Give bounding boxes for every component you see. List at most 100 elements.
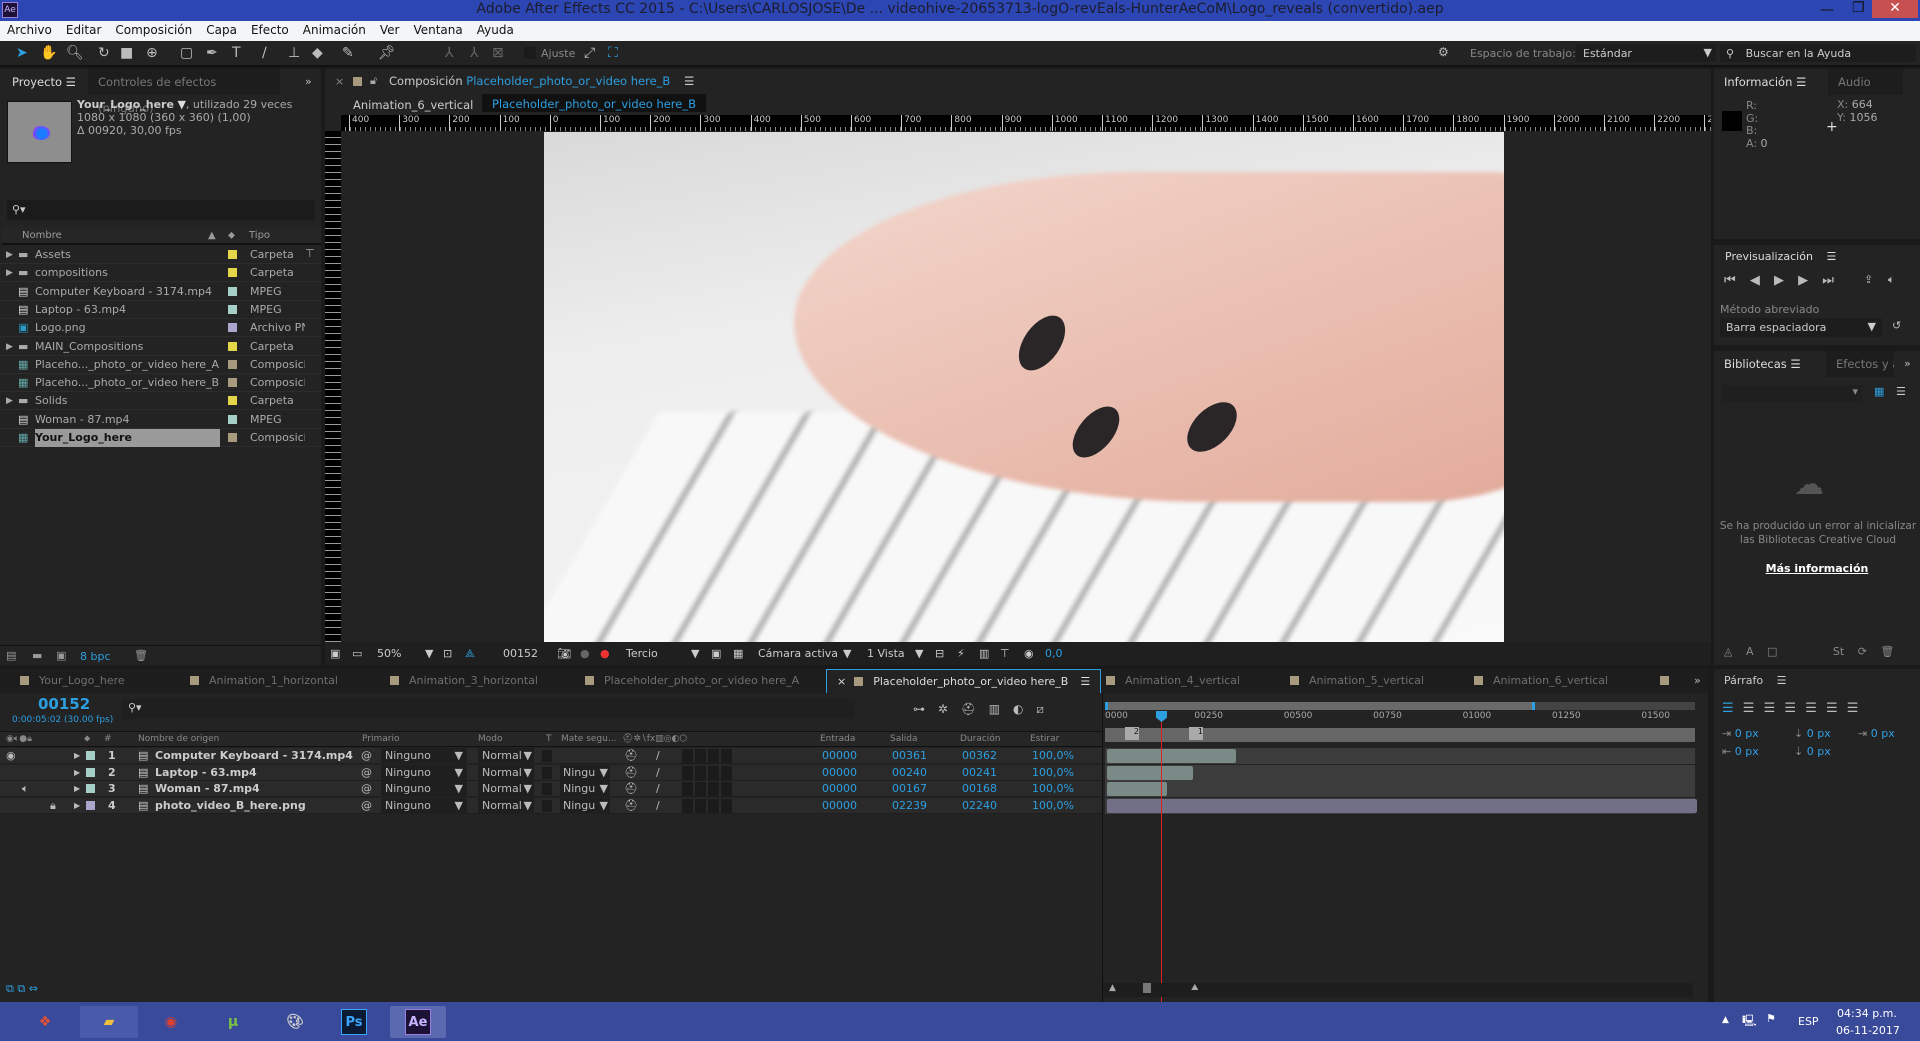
in-out-toggle-icon[interactable]: ⇔ (29, 982, 38, 995)
layer-row[interactable]: ▶ 2 ▤ Laptop - 63.mp4 @ Ninguno ▼ Normal ▼ Ningu ▼… (0, 764, 1102, 781)
layer-switch[interactable] (708, 798, 719, 813)
next-frame-icon[interactable]: ▶ (1798, 273, 1808, 288)
preserve-transparency-checkbox[interactable] (542, 766, 552, 779)
pan-behind-tool-icon[interactable]: ⊕ (146, 45, 158, 61)
puppet-pin-tool-icon[interactable]: 📌︎ (378, 45, 396, 61)
file-explorer-icon[interactable]: ▰ (80, 1006, 138, 1038)
selection-tool-icon[interactable]: ➤ (16, 45, 28, 61)
zoom-tool-icon[interactable]: 🔍︎ (66, 45, 84, 61)
parent-dropdown[interactable]: Ninguno ▼ (381, 748, 467, 764)
timeline-tab[interactable]: Animation_1_horizontal (190, 669, 338, 693)
network-icon[interactable]: 🖳︎ (1742, 1012, 1757, 1031)
last-frame-icon[interactable]: ⏭ (1822, 273, 1834, 288)
expand-arrow-icon[interactable]: ▶ (6, 338, 13, 356)
layer-name[interactable]: Woman - 87.mp4 (155, 781, 260, 797)
minimize-button[interactable]: — (1820, 2, 1834, 18)
project-search-input[interactable]: ⚲▾ (7, 200, 315, 220)
play-icon[interactable]: ▶ (1774, 273, 1784, 288)
reset-icon[interactable]: ↺ (1892, 319, 1901, 332)
layer-switch[interactable] (695, 765, 706, 780)
layer-switch[interactable] (708, 782, 719, 796)
timeline-icon[interactable]: ▥ (979, 642, 989, 665)
transfer-controls-toggle-icon[interactable]: ⧉ (17, 982, 25, 995)
add-text-icon[interactable]: A (1746, 645, 1754, 658)
expand-arrow-icon[interactable]: ▶ (74, 748, 80, 764)
label-color-swatch[interactable] (228, 396, 237, 406)
col-parent[interactable]: Primario (362, 732, 399, 747)
layer-switch[interactable] (695, 798, 706, 813)
menu-capa[interactable]: Capa (199, 21, 244, 41)
roto-brush-tool-icon[interactable]: ✎ (342, 45, 354, 61)
views-dropdown[interactable]: 1 Vista (867, 642, 905, 665)
fast-previews-icon[interactable]: ▣ (711, 642, 721, 665)
time-ruler[interactable]: 0000 00250 00500 00750 01000 01250 01500 (1105, 711, 1695, 727)
parent-dropdown[interactable]: Ninguno ▼ (381, 764, 467, 781)
after-effects-icon[interactable]: Ae (390, 1006, 446, 1038)
flowchart-icon[interactable]: ⊤ (1000, 642, 1010, 665)
comp-marker-2[interactable]: 2 (1125, 727, 1139, 740)
quality-switch-icon[interactable]: / (656, 798, 660, 814)
layer-switch[interactable] (695, 749, 706, 763)
layer-duration-bar[interactable] (1107, 798, 1697, 813)
layer-dur[interactable]: 00362 (962, 748, 997, 764)
pickwhip-icon[interactable]: @ (361, 798, 372, 814)
menu-efecto[interactable]: Efecto (244, 21, 296, 41)
space-before-field[interactable]: ⇣ 0 px (1794, 727, 1831, 740)
zoom-dropdown[interactable]: 50% (377, 642, 401, 665)
brush-tool-icon[interactable]: ∕ (262, 45, 267, 61)
snap-checkbox[interactable] (524, 47, 536, 59)
close-button[interactable]: ✕ (1872, 0, 1918, 18)
shortcut-dropdown[interactable]: Barra espaciadora ▼ (1720, 318, 1882, 337)
draft-3d-icon[interactable]: ✲ (938, 702, 948, 716)
layer-duration-bar[interactable] (1107, 749, 1237, 763)
add-color-icon[interactable]: □ (1767, 645, 1777, 658)
toggle-pixel-aspect-icon[interactable]: ⊟ (935, 642, 944, 665)
bit-depth-button[interactable]: 8 bpc (80, 650, 111, 663)
timeline-tab[interactable]: Animation_3_horizontal (390, 669, 538, 693)
menu-composición[interactable]: Composición (108, 21, 199, 41)
justify-all-icon[interactable]: ☰ (1847, 701, 1859, 716)
preserve-transparency-checkbox[interactable] (542, 750, 552, 762)
stock-icon[interactable]: St (1833, 645, 1844, 658)
lock-icon[interactable]: 🔒︎ (50, 798, 56, 814)
layer-stretch[interactable]: 100,0% (1032, 748, 1074, 764)
clone-stamp-tool-icon[interactable]: ⊥ (288, 45, 300, 61)
layer-stretch[interactable]: 100,0% (1032, 798, 1074, 814)
project-item[interactable]: ▦ Your_Logo_here Composici (0, 429, 321, 447)
shy-switch-icon[interactable]: ⛑ (624, 781, 638, 797)
clock-date[interactable]: 06-11-2017 (1836, 1024, 1900, 1037)
pen-tool-icon[interactable]: ✒ (206, 45, 218, 61)
project-item[interactable]: ▤ Laptop - 63.mp4 MPEG (0, 301, 321, 319)
parent-dropdown[interactable]: Ninguno ▼ (381, 797, 467, 814)
horizontal-ruler[interactable]: 400 300 200 100 0 100 200 300 400 500 600 700 800 900… (341, 115, 1711, 131)
toggle-transparency-icon[interactable]: ▦ (733, 642, 743, 665)
layer-in[interactable]: 00000 (822, 765, 857, 781)
list-view-icon[interactable]: ☰ (1896, 385, 1906, 398)
paint-icon[interactable]: 🎨︎ (266, 1006, 324, 1038)
mode-dropdown[interactable]: Normal ▼ (478, 748, 534, 764)
indent-left-field[interactable]: ⇥ 0 px (1722, 727, 1759, 740)
label-color-swatch[interactable] (228, 250, 237, 259)
mode-dropdown[interactable]: Normal ▼ (478, 764, 534, 781)
help-search-input[interactable]: ⚲ Buscar en la Ayuda (1720, 44, 1916, 62)
pickwhip-icon[interactable]: @ (361, 765, 372, 781)
layer-switch[interactable] (721, 798, 732, 813)
label-color-swatch[interactable] (228, 268, 237, 278)
expand-arrow-icon[interactable]: ▶ (74, 798, 80, 814)
timeline-tab[interactable]: Animation_4_vertical (1106, 669, 1240, 693)
show-hidden-icons[interactable]: ▲ (1722, 1015, 1729, 1025)
col-in[interactable]: Entrada (820, 732, 855, 747)
speaker-icon[interactable]: 🔈︎ (1888, 273, 1895, 287)
pickwhip-icon[interactable]: @ (361, 781, 372, 797)
tab-audio[interactable]: Audio (1828, 69, 1903, 95)
exposure-icon[interactable]: ◉ (1024, 642, 1034, 665)
hand-tool-icon[interactable]: ✋ (40, 45, 57, 61)
label-color-swatch[interactable] (228, 304, 237, 314)
current-time-indicator[interactable] (1161, 713, 1162, 1002)
monitor-icon[interactable]: ▭ (352, 642, 362, 665)
label-tag-icon[interactable]: ⬥ (228, 227, 235, 245)
layer-name[interactable]: Laptop - 63.mp4 (155, 765, 257, 781)
flowchart-icon[interactable]: ⊤ (305, 247, 315, 260)
region-of-interest-icon[interactable]: ⊡ (443, 642, 452, 665)
col-mode[interactable]: Modo (478, 732, 503, 747)
